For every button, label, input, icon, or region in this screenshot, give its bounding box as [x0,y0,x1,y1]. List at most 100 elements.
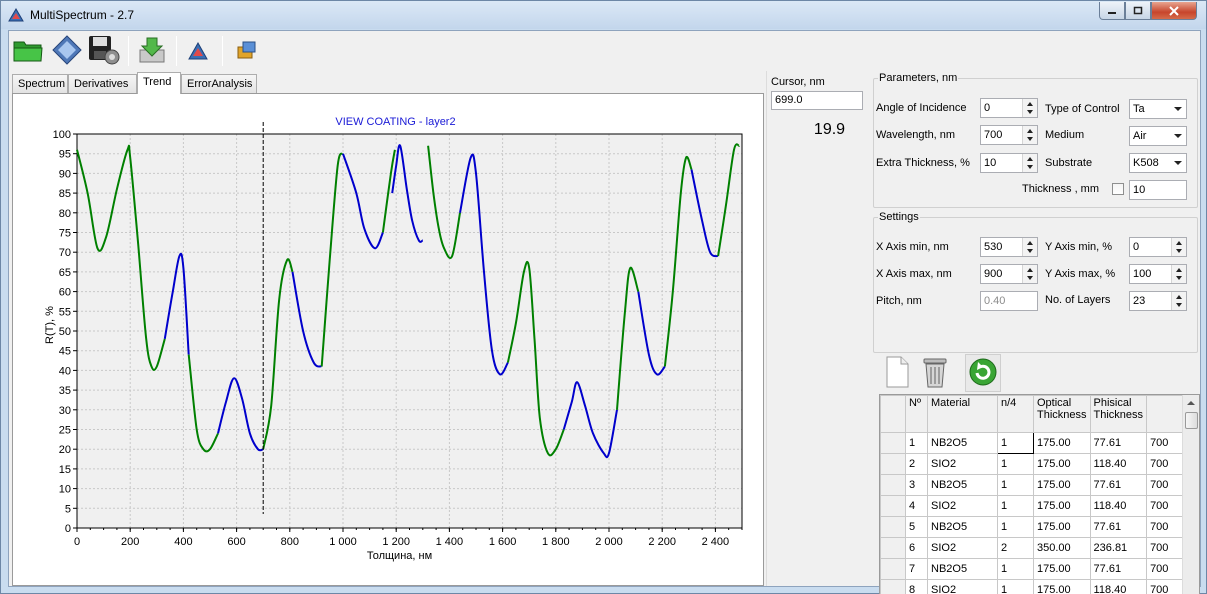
cell-material[interactable]: NB2O5 [927,558,998,580]
cell-optical[interactable]: 175.00 [1033,516,1091,538]
tab-error-analysis[interactable]: ErrorAnalysis [181,74,257,93]
cell-physical[interactable]: 77.61 [1089,558,1148,580]
row-header[interactable] [880,579,906,594]
header-physical[interactable]: Phisical Thickness [1089,395,1148,433]
medium-label: Medium [1045,129,1085,141]
new-layer-button[interactable] [879,354,915,392]
cell-num[interactable]: 8 [905,579,928,594]
cell-optical[interactable]: 175.00 [1033,453,1091,475]
thickness-checkbox[interactable] [1112,183,1124,195]
close-button[interactable] [1151,2,1197,20]
minimize-button[interactable] [1099,2,1125,20]
ymax-spinner[interactable]: 100 [1129,264,1187,284]
table-row[interactable]: 5 NB2O5 1 175.00 77.61 700 [880,516,1198,538]
header-num[interactable]: Nº [905,395,928,433]
extra-thickness-spinner[interactable]: 10 [980,153,1038,173]
cell-physical[interactable]: 118.40 [1089,453,1148,475]
cell-num[interactable]: 5 [905,516,928,538]
maximize-button[interactable] [1125,2,1151,20]
cell-material[interactable]: NB2O5 [927,516,998,538]
cell-num[interactable]: 1 [905,432,928,454]
angle-spinner[interactable]: 0 [980,98,1038,118]
wavelength-spinner[interactable]: 700 [980,125,1038,145]
save-button[interactable] [87,34,121,68]
cell-physical[interactable]: 77.61 [1089,474,1148,496]
header-material[interactable]: Material [927,395,998,433]
cell-qw[interactable]: 2 [997,537,1034,559]
tab-spectrum[interactable]: Spectrum [12,74,68,93]
tab-derivatives[interactable]: Derivatives [68,74,137,93]
calculate-button[interactable] [50,34,84,68]
title-bar[interactable]: MultiSpectrum - 2.7 [1,1,1206,29]
cell-qw[interactable]: 1 [997,558,1034,580]
scroll-up-icon[interactable] [1187,401,1195,405]
cell-optical[interactable]: 175.00 [1033,558,1091,580]
cell-optical[interactable]: 175.00 [1033,474,1091,496]
row-header[interactable] [880,516,906,538]
cell-qw[interactable]: 1 [997,432,1034,454]
cell-material[interactable]: SIO2 [927,495,998,517]
cell-num[interactable]: 6 [905,537,928,559]
cell-optical[interactable]: 175.00 [1033,432,1091,454]
cell-qw[interactable]: 1 [997,516,1034,538]
ymin-spinner[interactable]: 0 [1129,237,1187,257]
cell-material[interactable]: NB2O5 [927,432,998,454]
cell-physical[interactable]: 118.40 [1089,579,1148,594]
cell-qw[interactable]: 1 [997,474,1034,496]
cell-num[interactable]: 2 [905,453,928,475]
cell-physical[interactable]: 77.61 [1089,516,1148,538]
refresh-button[interactable] [965,354,1001,392]
table-scrollbar[interactable] [1182,395,1199,594]
xmax-spinner[interactable]: 900 [980,264,1038,284]
control-type-select[interactable]: Ta [1129,99,1187,119]
cell-physical[interactable]: 118.40 [1089,495,1148,517]
trend-chart[interactable]: 0 5 10 15 20 25 30 35 40 45 50 55 60 65 70 75 80 85 90 95 10… [13,94,763,585]
cell-num[interactable]: 4 [905,495,928,517]
trend-chart-panel[interactable]: 0 5 10 15 20 25 30 35 40 45 50 55 60 65 70 75 80 85 90 95 10… [12,93,764,586]
open-button[interactable] [11,34,45,68]
cell-physical[interactable]: 77.61 [1089,432,1148,454]
layers-spinner[interactable]: 23 [1129,291,1187,311]
xmin-spinner[interactable]: 530 [980,237,1038,257]
cell-optical[interactable]: 175.00 [1033,579,1091,594]
extra-thickness-label: Extra Thickness, % [876,157,970,169]
row-header[interactable] [880,495,906,517]
cell-optical[interactable]: 350.00 [1033,537,1091,559]
row-header[interactable] [880,453,906,475]
row-header[interactable] [880,432,906,454]
header-optical[interactable]: Optical Thickness [1033,395,1091,433]
row-header[interactable] [880,558,906,580]
substrate-select[interactable]: K508 [1129,153,1187,173]
table-row[interactable]: 6 SIO2 2 350.00 236.81 700 [880,537,1198,559]
row-header[interactable] [880,537,906,559]
scroll-thumb[interactable] [1185,412,1198,429]
table-row[interactable]: 4 SIO2 1 175.00 118.40 700 [880,495,1198,517]
cell-num[interactable]: 3 [905,474,928,496]
import-button[interactable] [135,34,169,68]
coating-button[interactable] [181,34,215,68]
table-row[interactable]: 8 SIO2 1 175.00 118.40 700 [880,579,1198,594]
medium-select[interactable]: Air [1129,126,1187,146]
layers-table[interactable]: Nº Material n/4 Optical Thickness Phisica… [879,394,1200,594]
table-row[interactable]: 3 NB2O5 1 175.00 77.61 700 [880,474,1198,496]
cell-material[interactable]: SIO2 [927,579,998,594]
cell-qw[interactable]: 1 [997,579,1034,594]
cell-material[interactable]: SIO2 [927,453,998,475]
row-header[interactable] [880,474,906,496]
cell-physical[interactable]: 236.81 [1089,537,1148,559]
cell-material[interactable]: NB2O5 [927,474,998,496]
thickness-input[interactable]: 10 [1129,180,1187,200]
header-qw[interactable]: n/4 [997,395,1034,433]
table-row[interactable]: 7 NB2O5 1 175.00 77.61 700 [880,558,1198,580]
export-button[interactable] [229,34,263,68]
table-row[interactable]: 2 SIO2 1 175.00 118.40 700 [880,453,1198,475]
delete-layer-button[interactable] [917,354,953,392]
tab-trend[interactable]: Trend [137,72,181,94]
cursor-input[interactable]: 699.0 [771,91,863,110]
cell-num[interactable]: 7 [905,558,928,580]
cell-material[interactable]: SIO2 [927,537,998,559]
cell-qw[interactable]: 1 [997,453,1034,475]
cell-qw[interactable]: 1 [997,495,1034,517]
cell-optical[interactable]: 175.00 [1033,495,1091,517]
table-row[interactable]: 1 NB2O5 1 175.00 77.61 700 [880,432,1198,454]
